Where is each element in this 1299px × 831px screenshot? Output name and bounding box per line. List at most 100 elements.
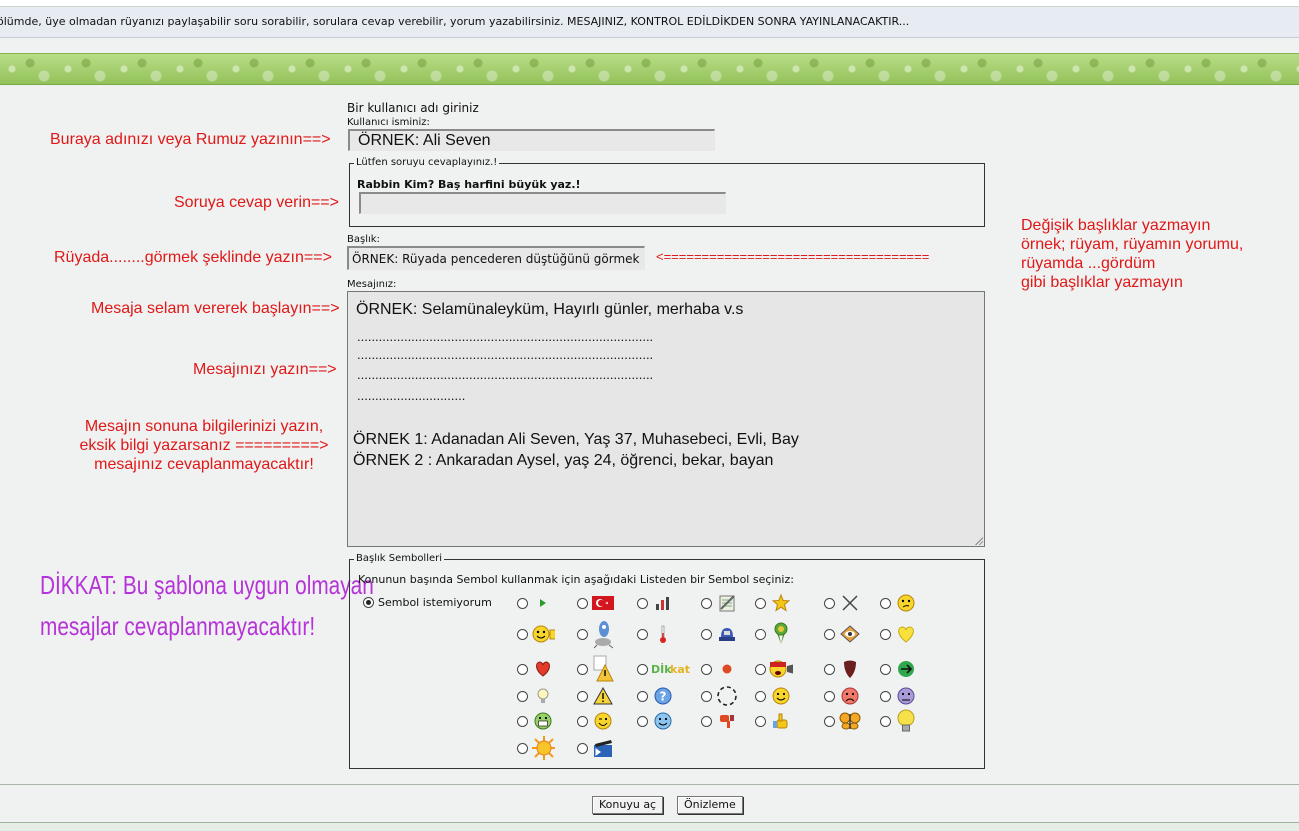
star-icon: [769, 591, 793, 615]
symbol-radio-heart-red[interactable]: [517, 664, 528, 675]
greeting-hint: Mesaja selam vererek başlayın==>: [91, 300, 340, 317]
shield-icon: [838, 657, 862, 681]
rocket-icon: [591, 621, 615, 649]
titles-hint-line-1: Değişik başlıklar yazmayın: [1021, 217, 1211, 234]
symbol-radio-grumpy[interactable]: [880, 691, 891, 702]
warning-icon: [591, 684, 615, 708]
symbol-radio-grin[interactable]: [517, 716, 528, 727]
symbol-radio-wink[interactable]: [577, 716, 588, 727]
svg-text:?: ?: [660, 690, 667, 704]
symbol-radio-alert[interactable]: [577, 664, 588, 675]
alert-icon: [591, 655, 615, 682]
subject-input[interactable]: ÖRNEK: Rüyada pencederen düştüğünü görme…: [347, 246, 645, 270]
symbol-radio-police[interactable]: [701, 629, 712, 640]
symbol-radio-turkish-flag[interactable]: [577, 598, 588, 609]
username-input[interactable]: ÖRNEK: Ali Seven: [348, 129, 715, 151]
subject-hint: Rüyada........görmek şeklinde yazın==>: [54, 249, 332, 266]
question-fieldset: Lütfen soruyu cevaplayınız.! Rabbin Kim?…: [349, 157, 985, 227]
answer-input[interactable]: [359, 192, 726, 214]
dikkat-icon: Dİk kat: [651, 657, 693, 681]
symbol-radio-shield[interactable]: [824, 664, 835, 675]
symbol-radio-smile[interactable]: [755, 691, 766, 702]
happy-icon: [651, 709, 675, 733]
flag-shouting-icon: [769, 657, 793, 681]
titles-hint-line-4: gibi başlıklar yazmayın: [1021, 274, 1183, 291]
chart-icon: [651, 591, 675, 615]
username-prompt: Bir kullanıcı adı giriniz: [347, 101, 479, 115]
symbol-radio-clapper[interactable]: [577, 743, 588, 754]
resize-grip[interactable]: [974, 536, 983, 545]
info-hint-line-2: eksik bilgi yazarsanız =========>: [79, 437, 329, 454]
symbol-radio-heart-yellow[interactable]: [880, 629, 891, 640]
symbol-radio-rocket[interactable]: [577, 629, 588, 640]
symbol-radio-star[interactable]: [755, 598, 766, 609]
message-line-4: ........................................…: [357, 367, 654, 382]
question-icon: ?: [651, 684, 675, 708]
notepad-icon: [715, 591, 739, 615]
subject-value: ÖRNEK: Rüyada pencederen düştüğünü görme…: [352, 252, 640, 266]
symbol-radio-butterfly[interactable]: [824, 716, 835, 727]
message-hint: Mesajınızı yazın==>: [193, 361, 337, 378]
symbol-radio-ribbon[interactable]: [755, 629, 766, 640]
symbol-radio-eye[interactable]: [824, 629, 835, 640]
info-hint-line-3: mesajınız cevaplanmayacaktır!: [94, 456, 314, 473]
thumbs-up-icon: [769, 709, 793, 733]
name-hint: Buraya adınızı veya Rumuz yazının==>: [50, 131, 331, 148]
symbol-radio-arrow-circle[interactable]: [880, 664, 891, 675]
symbol-radio-flag-shouting[interactable]: [755, 664, 766, 675]
smile-icon: [769, 684, 793, 708]
sad-icon: [838, 684, 862, 708]
message-textarea[interactable]: ÖRNEK: Selamünaleyküm, Hayırlı günler, m…: [347, 291, 985, 547]
symbol-radio-thermometer[interactable]: [637, 629, 648, 640]
symbol-radio-warning[interactable]: [577, 691, 588, 702]
thumbs-down-icon: [715, 709, 739, 733]
symbols-fieldset: Başlık Sembolleri Konunun başında Sembol…: [349, 553, 985, 769]
clapper-icon: [591, 736, 615, 760]
eye-icon: [838, 622, 862, 646]
symbol-radio-notepad[interactable]: [701, 598, 712, 609]
question-text: Rabbin Kim? Baş harfini büyük yaz.!: [357, 178, 581, 191]
symbol-radio-sad[interactable]: [824, 691, 835, 702]
titles-hint-line-3: rüyamda ...gördüm: [1021, 255, 1156, 272]
symbol-radio-dot[interactable]: [701, 664, 712, 675]
dikkat-line-1: DİKKAT: Bu şablona uygun olmayan: [40, 570, 374, 600]
dot-icon: [715, 657, 739, 681]
symbol-radio-lightbulb[interactable]: [880, 716, 891, 727]
grumpy-icon: [894, 684, 918, 708]
info-hint-line-1: Mesajın sonuna bilgilerinizi yazın,: [84, 418, 324, 435]
arrow-icon: [531, 591, 555, 615]
symbol-radio-dashed-circle[interactable]: [701, 691, 712, 702]
message-line-7: ÖRNEK 2 : Ankaradan Aysel, yaş 24, öğren…: [353, 452, 774, 469]
ribbon-icon: [769, 622, 793, 646]
info-hint: Mesajın sonuna bilgilerinizi yazın, eksi…: [73, 417, 335, 474]
sun-icon: [531, 736, 555, 760]
symbols-legend: Başlık Sembolleri: [354, 553, 445, 564]
symbol-radio-bulb[interactable]: [517, 691, 528, 702]
top-border: [0, 0, 1299, 7]
heart-red-icon: [531, 657, 555, 681]
subject-label: Başlık:: [347, 234, 380, 245]
symbol-radio-sun[interactable]: [517, 743, 528, 754]
symbol-radio-thumbs-down[interactable]: [701, 716, 712, 727]
turkish-flag-icon: [591, 591, 615, 615]
symbol-radio-chart[interactable]: [637, 598, 648, 609]
no-symbol-label: Sembol istemiyorum: [378, 596, 492, 609]
username-value: ÖRNEK: Ali Seven: [358, 132, 491, 149]
symbol-radio-thumbs-up[interactable]: [755, 716, 766, 727]
thinking-icon: [894, 591, 918, 615]
no-symbol-radio[interactable]: [363, 597, 374, 608]
symbol-radio-question[interactable]: [637, 691, 648, 702]
username-label: Kullanıcı isminiz:: [347, 117, 430, 128]
symbol-radio-cross[interactable]: [824, 598, 835, 609]
message-line-2: ........................................…: [357, 329, 654, 344]
arrow-circle-icon: [894, 657, 918, 681]
dikkat-warning: DİKKAT: Bu şablona uygun olmayan mesajla…: [40, 565, 374, 647]
symbol-radio-arrow[interactable]: [517, 598, 528, 609]
symbol-radio-thinking[interactable]: [880, 598, 891, 609]
symbol-radio-happy[interactable]: [637, 716, 648, 727]
symbol-radio-dikkat[interactable]: [637, 664, 648, 675]
preview-button[interactable]: Önizleme: [677, 796, 743, 814]
butterfly-icon: [838, 709, 862, 733]
submit-button[interactable]: Konuyu aç: [592, 796, 664, 814]
symbol-radio-smiley[interactable]: [517, 629, 528, 640]
